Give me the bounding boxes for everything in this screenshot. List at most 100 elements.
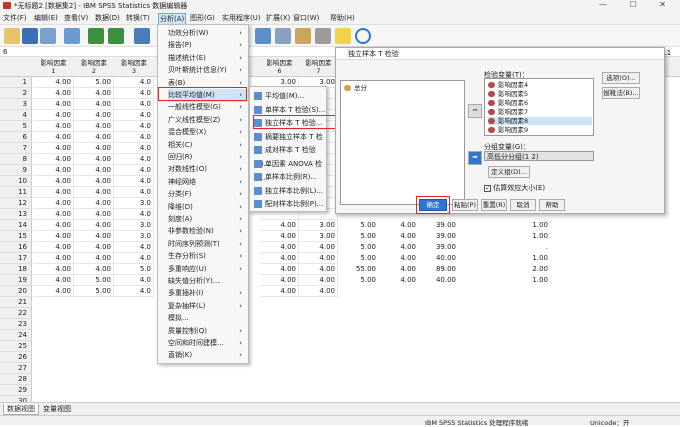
table-cell[interactable]: 39.00 (418, 231, 458, 242)
table-cell[interactable]: 4.00 (378, 275, 418, 286)
table-cell[interactable]: 40.00 (418, 275, 458, 286)
table-cell[interactable]: 4.00 (260, 220, 299, 231)
table-cell[interactable]: 5.00 (74, 275, 114, 286)
go-to-case-icon[interactable] (134, 28, 150, 44)
table-cell[interactable]: 4.0 (114, 99, 154, 110)
table-cell[interactable]: 4.00 (299, 264, 338, 275)
use-sets-icon[interactable] (315, 28, 331, 44)
table-cell[interactable]: 4.00 (33, 132, 74, 143)
table-cell[interactable]: 4.0 (114, 132, 154, 143)
table-cell[interactable]: 5.00 (338, 242, 378, 253)
table-cell[interactable]: 4.0 (114, 253, 154, 264)
test-var-item[interactable]: 影响因素7 (488, 108, 528, 116)
move-test-var-button[interactable]: ➡ (468, 104, 482, 118)
analyze-menu-item[interactable]: 多重插补(I) › (168, 287, 248, 300)
table-cell[interactable]: 4.00 (33, 99, 74, 110)
table-cell[interactable]: 4.00 (33, 143, 74, 154)
weight-cases-icon[interactable] (275, 28, 291, 44)
table-cell[interactable]: 4.0 (114, 176, 154, 187)
analyze-menu-item[interactable]: 描述统计(E) › (168, 52, 248, 65)
table-cell[interactable]: 4.00 (74, 176, 114, 187)
table-cell[interactable]: 4.00 (74, 264, 114, 275)
test-var-item[interactable]: 影响因素5 (488, 90, 528, 98)
menu-3[interactable]: 数据(D) (95, 13, 120, 23)
effect-size-checkbox[interactable]: ✓ 估算效应大小(E) (484, 183, 545, 193)
table-cell[interactable]: 4.00 (299, 275, 338, 286)
table-cell[interactable]: 4.00 (299, 286, 338, 297)
table-cell[interactable]: 4.0 (114, 275, 154, 286)
table-cell[interactable]: 4.00 (74, 121, 114, 132)
table-cell[interactable]: 4.00 (33, 242, 74, 253)
window-controls[interactable]: — ☐ ✕ (599, 0, 676, 9)
save-icon[interactable] (22, 28, 38, 44)
group-variable-field[interactable]: 高低分分组(1 2) (484, 151, 594, 161)
analyze-menu-item[interactable]: 生存分析(S) › (168, 250, 248, 263)
analyze-menu-item[interactable]: 多重响应(U) › (168, 263, 248, 276)
source-var-total[interactable]: 总分 (344, 84, 367, 92)
move-group-var-button[interactable]: ➡ (468, 151, 482, 165)
table-cell[interactable]: 4.00 (33, 88, 74, 99)
table-cell[interactable]: 4.0 (114, 88, 154, 99)
table-cell[interactable]: 4.00 (260, 264, 299, 275)
menu-8[interactable]: 扩展(X) (266, 13, 290, 23)
table-cell[interactable]: 55.00 (338, 264, 378, 275)
table-cell[interactable]: 4.00 (260, 231, 299, 242)
options-button[interactable]: 选项(O)... (602, 72, 640, 84)
print-icon[interactable] (40, 28, 56, 44)
table-cell[interactable]: 4.00 (33, 77, 74, 88)
open-file-icon[interactable] (4, 28, 20, 44)
menu-7[interactable]: 实用程序(U) (222, 13, 261, 23)
test-var-item[interactable]: 影响因素8 (488, 117, 592, 125)
menu-4[interactable]: 转换(T) (126, 13, 150, 23)
table-cell[interactable]: 1.00 (510, 220, 550, 231)
analyze-menu-item[interactable]: 神经网络 › (168, 176, 248, 189)
compare-menu-item[interactable]: 平均值(M)... (254, 89, 304, 103)
table-cell[interactable]: 5.00 (338, 275, 378, 286)
test-var-item[interactable]: 影响因素6 (488, 99, 528, 107)
test-var-item[interactable]: 影响因素9 (488, 126, 528, 134)
table-cell[interactable]: 4.0 (114, 242, 154, 253)
table-cell[interactable]: 2.00 (510, 264, 550, 275)
table-cell[interactable]: 3.00 (299, 231, 338, 242)
table-cell[interactable]: 4.00 (33, 264, 74, 275)
table-cell[interactable]: 39.00 (418, 220, 458, 231)
table-cell[interactable]: 1.00 (510, 275, 550, 286)
analyze-menu-item[interactable]: 混合模型(X) › (168, 126, 248, 139)
test-variable-list[interactable]: 影响因素4 影响因素5 影响因素6 影响因素7 影响因素8 影响因素9 (484, 78, 594, 136)
independent-t-test-dialog[interactable]: 独立样本 T 检验 总分 ➡ ➡ 检验变量(T)： 影响因素4 影响因素5 影响因素… (335, 47, 665, 214)
table-cell[interactable]: 4.00 (33, 275, 74, 286)
table-cell[interactable]: 4.00 (74, 220, 114, 231)
compare-menu-item[interactable]: 配对样本比例(P)... (254, 197, 323, 211)
table-cell[interactable]: 4.00 (260, 275, 299, 286)
table-cell[interactable]: 4.0 (114, 209, 154, 220)
table-cell[interactable]: 5.00 (74, 77, 114, 88)
analyze-menu-item[interactable]: 功效分析(W) › (168, 27, 248, 40)
table-cell[interactable]: 4.00 (378, 220, 418, 231)
analyze-menu-item[interactable]: 相关(C) › (168, 139, 248, 152)
table-cell[interactable]: 5.00 (338, 253, 378, 264)
compare-means-submenu[interactable]: 平均值(M)... 单样本 T 检验(S)... 独立样本 T 检验... 摘要独立样… (249, 86, 327, 212)
table-cell[interactable]: 4.00 (33, 220, 74, 231)
analyze-menu-item[interactable]: 刻度(A) › (168, 213, 248, 226)
table-cell[interactable]: 4.0 (114, 154, 154, 165)
table-cell[interactable]: 4.00 (33, 209, 74, 220)
table-cell[interactable]: 4.00 (260, 242, 299, 253)
table-cell[interactable]: 4.00 (33, 198, 74, 209)
table-cell[interactable]: 4.00 (33, 187, 74, 198)
table-cell[interactable]: 39.00 (418, 242, 458, 253)
menu-6[interactable]: 图形(G) (190, 13, 215, 23)
compare-menu-item[interactable]: 独立样本比例(L)... (254, 184, 323, 198)
analyze-menu-item[interactable]: 一般线性模型(G) › (168, 101, 248, 114)
search-icon[interactable] (355, 28, 371, 44)
analyze-menu-item[interactable]: 广义线性模型(Z) › (168, 114, 248, 127)
analyze-menu-item[interactable]: 模拟... (168, 312, 248, 325)
table-cell[interactable]: 4.00 (74, 132, 114, 143)
table-cell[interactable]: 4.0 (114, 286, 154, 297)
analyze-menu-item[interactable]: 降维(D) › (168, 201, 248, 214)
analyze-menu-item[interactable]: 时间序列预测(T) › (168, 238, 248, 251)
table-cell[interactable]: 4.00 (260, 286, 299, 297)
dialog-recall-icon[interactable] (64, 28, 80, 44)
tab-variable-view[interactable]: 变量视图 (40, 404, 74, 415)
table-cell[interactable]: 5.00 (74, 286, 114, 297)
analyze-menu-item[interactable]: 报告(P) › (168, 39, 248, 52)
